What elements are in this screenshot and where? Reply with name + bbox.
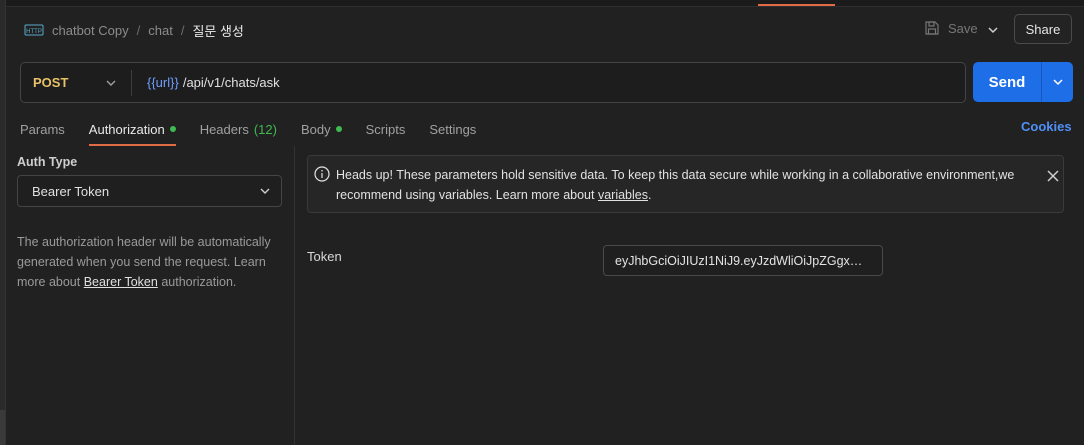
close-icon[interactable] — [1046, 169, 1060, 183]
chevron-down-icon — [1052, 79, 1063, 86]
tab-settings-label: Settings — [429, 121, 477, 137]
auth-type-label: Auth Type — [17, 155, 78, 169]
svg-text:HTTP: HTTP — [26, 29, 42, 35]
tab-settings[interactable]: Settings — [429, 116, 476, 142]
banner-message: Heads up! These parameters hold sensitiv… — [336, 168, 1015, 202]
sensitive-data-banner: Heads up! These parameters hold sensitiv… — [307, 155, 1064, 213]
url-input[interactable]: {{url}} /api/v1/chats/ask — [132, 75, 280, 90]
auth-description-suffix: authorization. — [157, 275, 237, 289]
tab-params-label: Params — [20, 121, 65, 137]
banner-suffix: . — [647, 188, 652, 202]
chevron-down-icon[interactable] — [986, 23, 1000, 37]
variables-link[interactable]: variables — [598, 188, 648, 202]
tab-scripts-label: Scripts — [365, 121, 406, 137]
auth-type-select[interactable]: Bearer Token — [17, 175, 282, 207]
save-label: Save — [948, 20, 978, 36]
headers-count-badge: (12) — [253, 121, 277, 137]
breadcrumb-separator: / — [136, 22, 141, 38]
tab-body[interactable]: Body — [301, 116, 342, 142]
tab-scripts[interactable]: Scripts — [366, 116, 406, 142]
method-label: POST — [33, 75, 69, 90]
token-input[interactable]: eyJhbGciOiJIUzI1NiJ9.eyJzdWliOiJpZGgxMl.… — [603, 245, 883, 276]
url-bar: POST {{url}} /api/v1/chats/ask — [20, 62, 966, 103]
chevron-down-icon — [260, 188, 270, 194]
tab-headers-label: Headers — [199, 121, 249, 137]
save-button[interactable]: Save — [924, 20, 978, 36]
cookies-link[interactable]: Cookies — [1021, 119, 1072, 134]
chevron-down-icon — [106, 80, 116, 86]
left-edge-strip — [0, 0, 6, 445]
tab-headers[interactable]: Headers (12) — [200, 116, 277, 142]
share-button[interactable]: Share — [1014, 14, 1072, 44]
save-icon — [925, 21, 939, 35]
tab-authorization[interactable]: Authorization — [88, 116, 176, 146]
send-button-group: Send — [973, 62, 1073, 102]
tab-params[interactable]: Params — [20, 116, 65, 142]
info-icon — [314, 166, 330, 182]
active-tab-indicator — [758, 4, 835, 6]
bearer-token-link[interactable]: Bearer Token — [84, 275, 158, 289]
breadcrumb-folder[interactable]: chat — [148, 23, 173, 38]
banner-text: Heads up! These parameters hold sensitiv… — [336, 165, 1036, 205]
breadcrumb-collection[interactable]: chatbot Copy — [52, 23, 129, 38]
breadcrumb-separator: / — [180, 22, 185, 38]
url-variable: {{url}} — [147, 75, 179, 90]
tab-body-label: Body — [300, 121, 331, 137]
left-edge-block — [0, 410, 5, 445]
send-options-button[interactable] — [1042, 62, 1073, 102]
status-dot — [335, 126, 342, 132]
tab-authorization-label: Authorization — [88, 121, 165, 137]
auth-type-value: Bearer Token — [32, 183, 110, 199]
breadcrumb-current-request[interactable]: 질문 생성 — [192, 21, 243, 40]
url-path: /api/v1/chats/ask — [182, 75, 280, 90]
token-label: Token — [307, 249, 342, 264]
method-select[interactable]: POST — [21, 75, 131, 90]
send-button[interactable]: Send — [973, 62, 1041, 102]
top-strip — [0, 0, 1084, 7]
status-dot — [169, 126, 176, 132]
auth-description: The authorization header will be automat… — [17, 232, 287, 292]
http-icon: HTTP — [24, 20, 44, 40]
panel-divider[interactable] — [294, 146, 295, 445]
token-value: eyJhbGciOiJIUzI1NiJ9.eyJzdWliOiJpZGgxMl.… — [615, 253, 872, 268]
breadcrumb: HTTP chatbot Copy / chat / 질문 생성 — [24, 20, 244, 40]
request-tabs: Params Authorization Headers (12) Body Sc… — [20, 116, 500, 146]
